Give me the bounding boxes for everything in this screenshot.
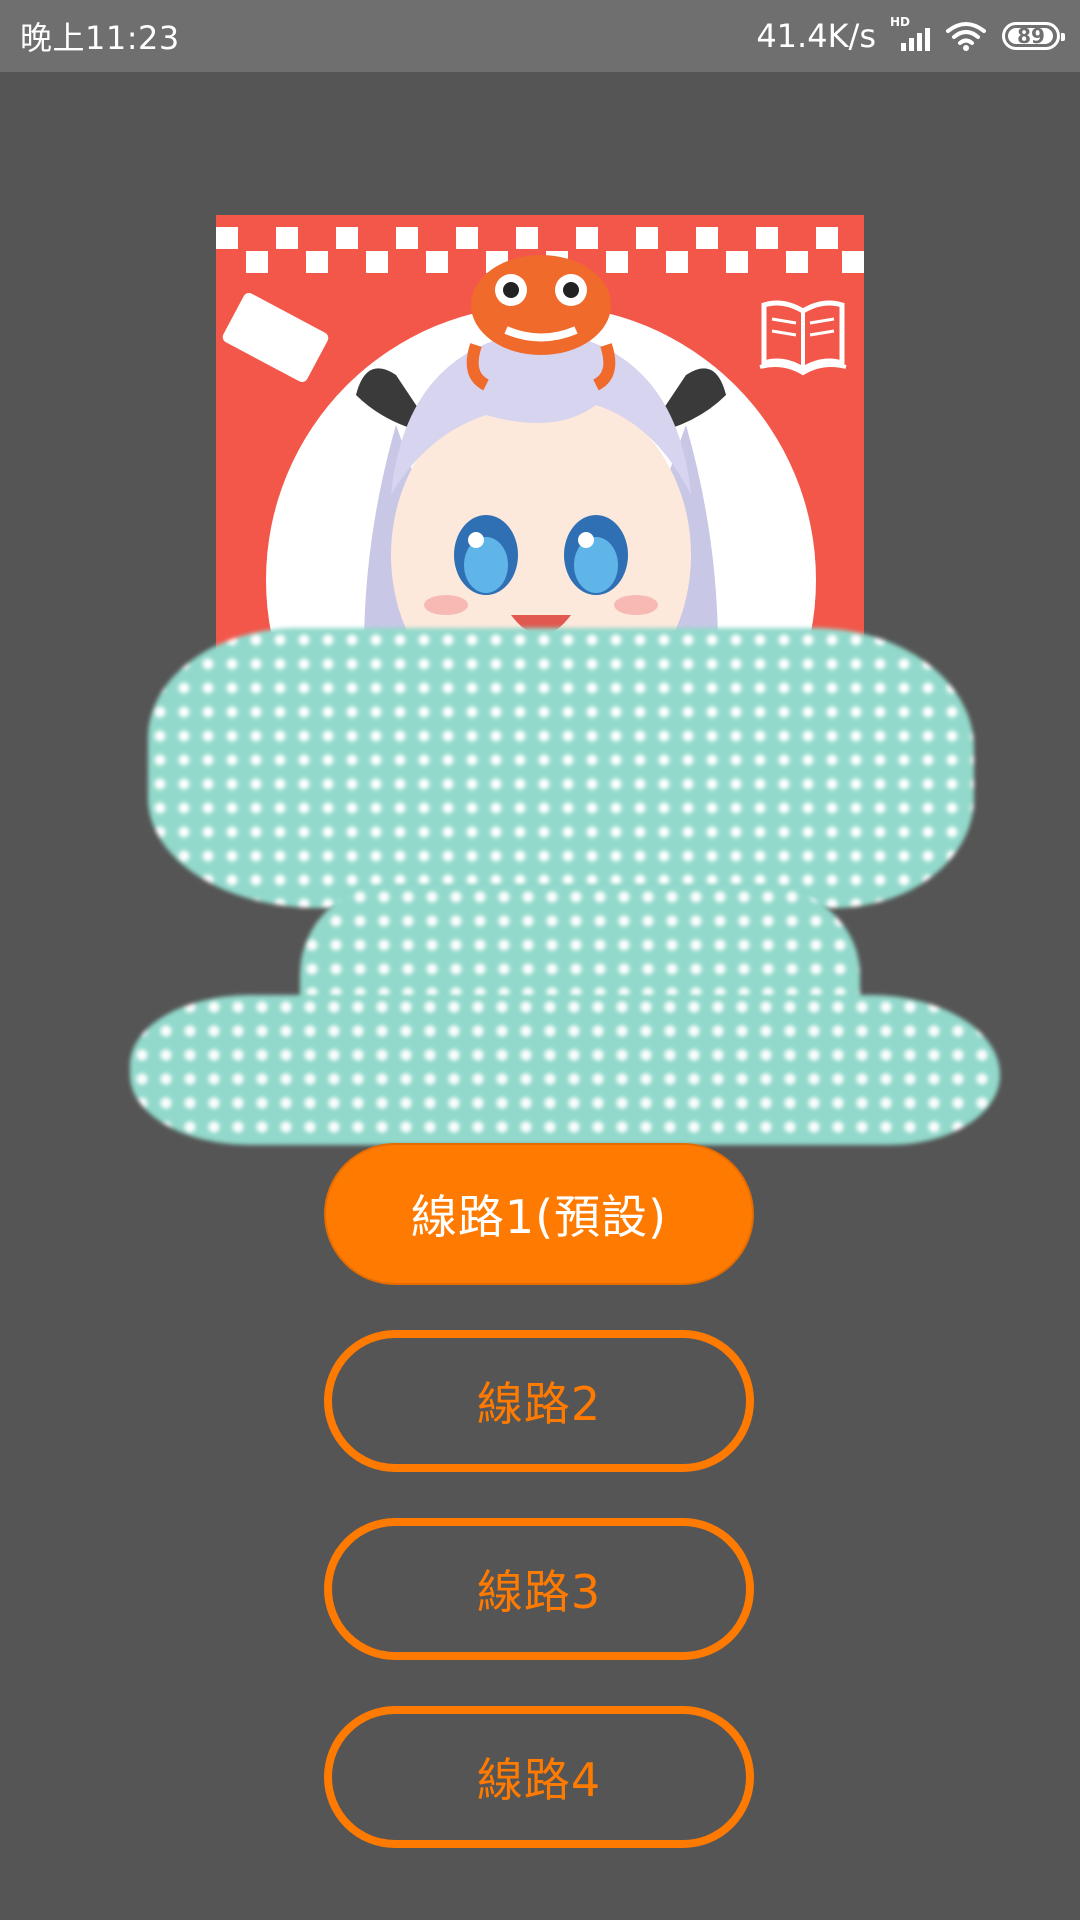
network-speed: 41.4K/s	[756, 17, 876, 55]
status-icons: 41.4K/s HD 89	[756, 15, 1065, 55]
hd-label: HD	[890, 15, 911, 29]
blurred-overlay	[130, 995, 1000, 1145]
route-3-button[interactable]: 線路3	[324, 1518, 754, 1660]
cell-signal-icon: HD	[890, 15, 930, 53]
battery-icon: 89	[1002, 22, 1065, 50]
route-1-button[interactable]: 線路1(預設)	[324, 1143, 754, 1285]
closed-book-icon	[220, 290, 331, 385]
open-book-icon	[759, 300, 847, 376]
wifi-icon	[946, 22, 986, 51]
battery-level: 89	[1017, 24, 1045, 48]
route-2-button[interactable]: 線路2	[324, 1330, 754, 1472]
app-screen: 晚上11:23 41.4K/s HD 89 線路1(預設) 線路2 線路3 線路…	[0, 0, 1080, 1920]
route-4-button[interactable]: 線路4	[324, 1706, 754, 1848]
status-bar: 晚上11:23 41.4K/s HD 89	[0, 0, 1080, 72]
status-time: 晚上11:23	[20, 19, 180, 57]
blurred-overlay	[148, 628, 974, 908]
